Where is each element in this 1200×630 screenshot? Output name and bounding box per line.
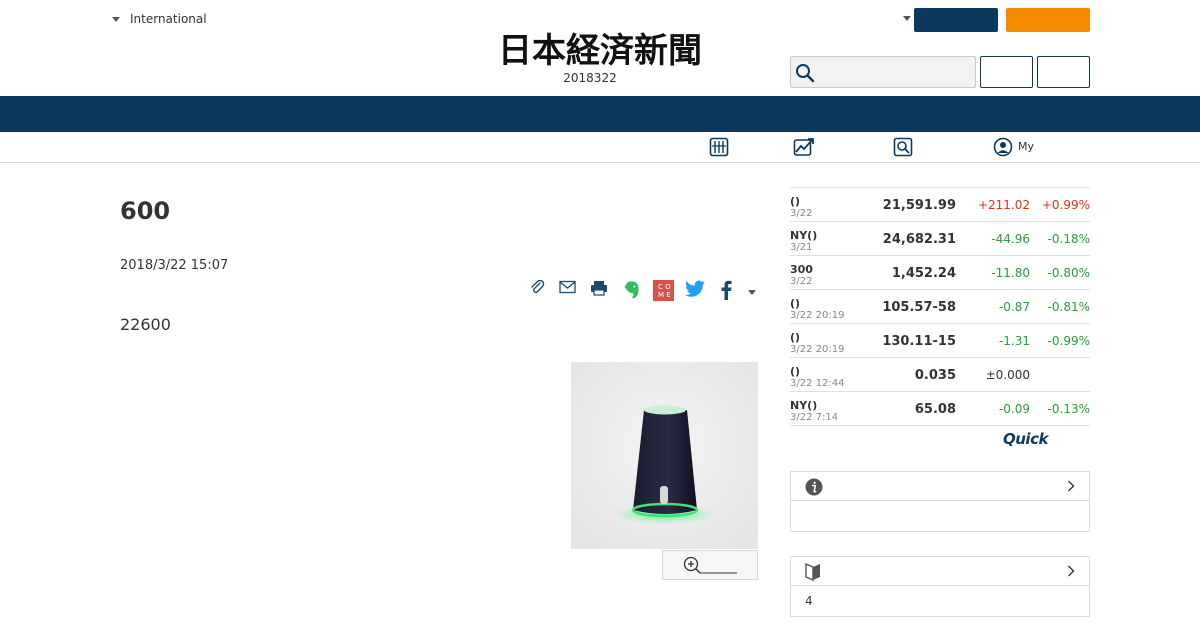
market-name: 300 [790,263,813,276]
facebook-icon[interactable] [720,280,732,300]
search-icon [796,64,815,83]
market-row[interactable]: () 3/22 20:19 130.11-15 -1.31 -0.99% [790,324,1090,358]
info-panel-header[interactable] [791,472,1089,501]
market-value: 105.57-58 [882,300,956,315]
site-header: International 日本経済新聞 2018322 [0,0,1200,96]
subscribe-button[interactable] [914,8,998,32]
info-panel-body [791,501,1089,531]
market-data-table: () 3/22 21,591.99 +211.02 +0.99% NY() 3/… [790,187,1090,426]
market-time: 3/22 [790,276,813,287]
print-icon[interactable] [590,280,608,296]
market-percent: +0.99% [1041,198,1090,212]
market-value: 21,591.99 [882,198,956,213]
paper-viewer-icon[interactable] [709,137,729,157]
market-value: 1,452.24 [891,266,956,281]
market-change: -0.87 [998,300,1030,314]
nikkei-logo[interactable]: 日本経済新聞 [450,28,750,68]
article-lead: 22600 [120,315,171,334]
region-selector[interactable]: International [112,12,207,26]
market-time: 3/22 20:19 [790,344,845,355]
market-row[interactable]: 300 3/22 1,452.24 -11.80 -0.80% [790,256,1090,290]
svg-text:C O: C O [658,283,671,291]
market-percent: -0.13% [1047,402,1090,416]
market-change: -11.80 [991,266,1030,280]
mypage-label[interactable]: My [1018,140,1034,153]
user-icon[interactable] [993,137,1013,157]
search-input[interactable] [790,56,976,88]
quick-logo[interactable]: Quick [1003,430,1048,448]
info-panel [790,471,1090,532]
market-value: 130.11-15 [882,334,956,349]
market-name: () [790,365,801,378]
market-name: () [790,195,801,208]
market-percent: -0.81% [1047,300,1090,314]
market-row[interactable]: () 3/22 20:19 105.57-58 -0.87 -0.81% [790,290,1090,324]
chevron-right-icon [1068,480,1075,492]
chevron-right-icon [1068,565,1075,577]
chart-icon[interactable] [793,137,815,157]
beginner-panel-header[interactable] [791,557,1089,586]
market-time: 3/21 [790,242,813,253]
article-photo[interactable] [571,362,758,549]
issue-date: 2018322 [563,71,617,85]
market-name: () [790,331,801,344]
market-percent: -0.80% [1047,266,1090,280]
svg-text:M E: M E [658,291,671,299]
market-percent: -0.18% [1047,232,1090,246]
market-time: 3/22 20:19 [790,310,845,321]
login-button[interactable] [980,56,1033,88]
share-more-caret-icon[interactable] [748,290,756,295]
evernote-icon[interactable] [623,280,641,300]
region-label: International [130,12,207,26]
clip-icon[interactable] [530,280,546,296]
info-icon [805,478,823,496]
market-change: +211.02 [977,198,1030,212]
article-headline: 600 [120,197,171,225]
market-time: 3/22 [790,208,813,219]
article-date: 2018/3/22 15:07 [120,258,229,273]
market-time: 3/22 12:44 [790,378,845,389]
market-change: -0.09 [998,402,1030,416]
market-name: NY() [790,229,818,242]
zoom-in-icon [683,556,737,574]
market-time: 3/22 7:14 [790,412,839,423]
beginner-panel-body: 4 [805,594,813,608]
market-row[interactable]: NY() 3/21 24,682.31 -44.96 -0.18% [790,222,1090,256]
market-change: -44.96 [991,232,1030,246]
twitter-icon[interactable] [685,280,706,298]
main-nav-bar[interactable] [0,96,1200,132]
market-change: ±0.000 [985,368,1030,382]
sub-nav: My [0,132,1200,163]
market-value: 65.08 [914,402,956,417]
market-change: -1.31 [998,334,1030,348]
market-row[interactable]: NY() 3/22 7:14 65.08 -0.09 -0.13% [790,392,1090,426]
beginner-mark-icon [805,563,820,581]
market-name: () [790,297,801,310]
market-row[interactable]: () 3/22 21,591.99 +211.02 +0.99% [790,188,1090,222]
trial-button[interactable] [1006,8,1090,32]
market-value: 24,682.31 [882,232,956,247]
market-percent: -0.99% [1047,334,1090,348]
mail-icon[interactable] [559,280,576,294]
register-button[interactable] [1037,56,1090,88]
market-name: NY() [790,399,818,412]
caret-down-icon [112,16,120,22]
search-article-icon[interactable] [893,137,913,157]
come-icon[interactable]: C O M E [653,280,674,301]
smart-speaker-image [571,362,758,549]
logo-text: 日本経済新聞 [498,31,702,68]
zoom-image-button[interactable] [662,550,758,580]
market-row[interactable]: () 3/22 12:44 0.035 ±0.000 [790,358,1090,392]
market-value: 0.035 [914,368,956,383]
beginner-panel: 4 [790,556,1090,617]
account-caret-icon[interactable] [903,16,911,21]
